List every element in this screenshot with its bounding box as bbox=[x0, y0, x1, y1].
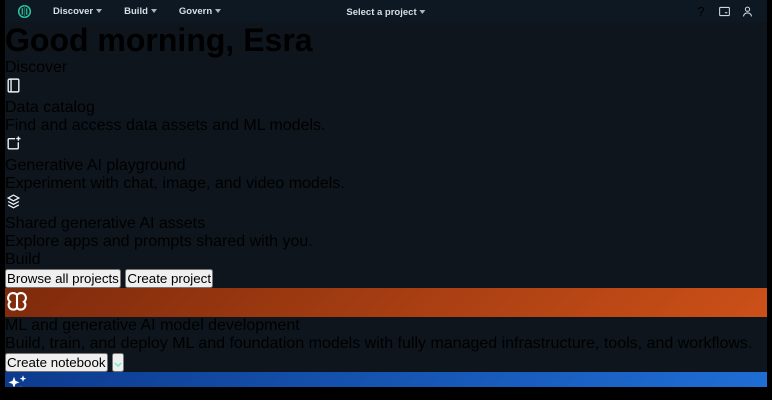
discover-card-title: Data catalog bbox=[5, 99, 767, 117]
project-selector[interactable]: Select a project bbox=[337, 4, 434, 21]
browse-all-projects-button[interactable]: Browse all projects bbox=[5, 269, 121, 288]
nav-menu-discover[interactable]: Discover bbox=[44, 3, 111, 20]
layers-icon bbox=[5, 197, 22, 214]
page-greeting: Good morning, Esra bbox=[5, 22, 767, 59]
discover-card-data-catalog[interactable]: Data catalog Find and access data assets… bbox=[5, 77, 767, 135]
project-selector-label: Select a project bbox=[346, 7, 416, 18]
nav-menu-govern[interactable]: Govern bbox=[170, 3, 230, 20]
chevron-down-icon bbox=[96, 9, 102, 13]
app-window: Discover Build Govern Select a project bbox=[5, 0, 767, 387]
discover-card-description: Find and access data assets and ML model… bbox=[5, 117, 767, 135]
user-menu-button[interactable] bbox=[739, 3, 755, 19]
app-logo-icon[interactable] bbox=[17, 4, 32, 19]
build-card-description: Build, train, and deploy ML and foundati… bbox=[5, 335, 767, 353]
amazon-q-icon bbox=[672, 5, 684, 17]
nav-menu-build[interactable]: Build bbox=[115, 3, 166, 20]
discover-card-title: Shared generative AI assets bbox=[5, 215, 767, 233]
build-card-grid: ML and generative AI model development B… bbox=[5, 288, 767, 387]
top-nav: Discover Build Govern Select a project bbox=[5, 0, 767, 22]
create-project-button[interactable]: Create project bbox=[125, 269, 213, 288]
hero-section: Good morning, Esra Discover Data catalog… bbox=[5, 22, 767, 251]
feedback-button[interactable] bbox=[716, 3, 732, 19]
brain-icon bbox=[5, 288, 767, 317]
build-card-ml-model-development[interactable]: ML and generative AI model development B… bbox=[5, 288, 767, 372]
chevron-down-icon bbox=[215, 9, 221, 13]
discover-card-description: Experiment with chat, image, and video m… bbox=[5, 175, 767, 193]
nav-menu-label: Build bbox=[124, 6, 148, 17]
build-section: Build Browse all projects Create project… bbox=[5, 251, 767, 387]
playground-icon bbox=[5, 139, 22, 156]
chevron-down-icon bbox=[114, 362, 122, 367]
build-section-label: Build bbox=[5, 251, 767, 269]
discover-card-genai-playground[interactable]: Generative AI playground Experiment with… bbox=[5, 135, 767, 193]
help-button[interactable]: ? bbox=[693, 3, 709, 19]
user-icon bbox=[741, 5, 754, 18]
discover-card-row: Data catalog Find and access data assets… bbox=[5, 77, 767, 251]
chevron-down-icon bbox=[420, 10, 426, 14]
nav-menu-label: Govern bbox=[179, 6, 212, 17]
sparkles-icon bbox=[5, 372, 767, 387]
feedback-icon bbox=[718, 5, 731, 18]
nav-menu-label: Discover bbox=[53, 6, 93, 17]
discover-card-shared-assets[interactable]: Shared generative AI assets Explore apps… bbox=[5, 193, 767, 251]
build-card-title: ML and generative AI model development bbox=[5, 317, 767, 335]
create-notebook-button[interactable]: Create notebook bbox=[5, 353, 108, 372]
chevron-down-icon bbox=[151, 9, 157, 13]
discover-card-title: Generative AI playground bbox=[5, 157, 767, 175]
build-card-genai-app-development[interactable]: Generative AI app development Build gene… bbox=[5, 372, 767, 387]
create-notebook-dropdown[interactable] bbox=[112, 353, 124, 372]
help-icon: ? bbox=[697, 4, 704, 19]
amazon-q-button[interactable] bbox=[670, 3, 686, 19]
catalog-icon bbox=[5, 81, 22, 98]
discover-section-label: Discover bbox=[5, 59, 767, 77]
discover-card-description: Explore apps and prompts shared with you… bbox=[5, 233, 767, 251]
